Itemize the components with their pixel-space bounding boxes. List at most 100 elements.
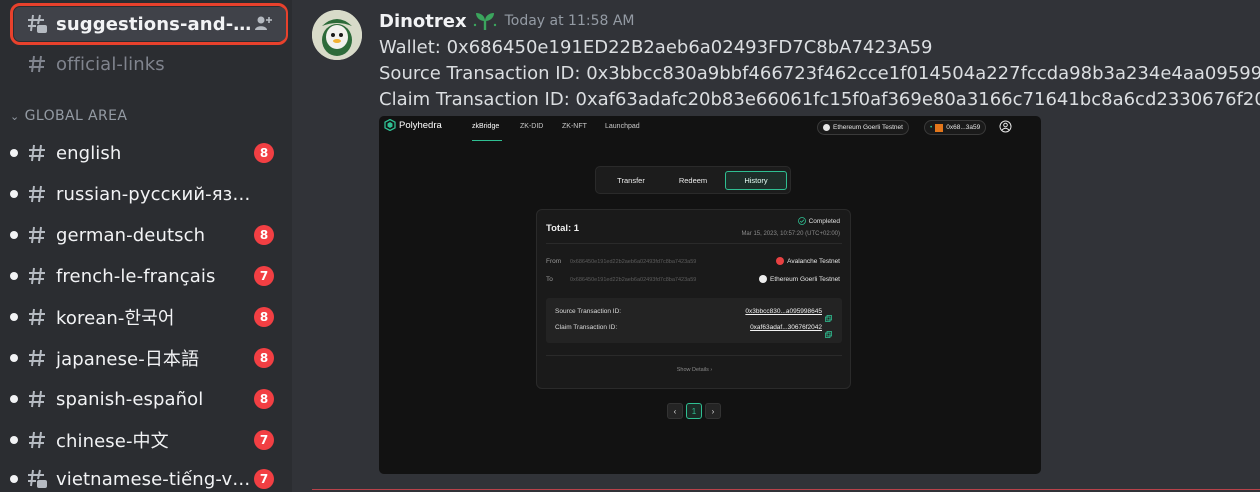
- unread-indicator: [10, 190, 18, 198]
- unread-indicator: [10, 354, 18, 362]
- transaction-box: Source Transaction ID: 0x3bbcc830...a095…: [546, 298, 842, 343]
- channel-vietnamese[interactable]: vietnamese-tiếng-việt 7: [10, 462, 286, 492]
- tab-history: History: [725, 171, 787, 190]
- channel-french[interactable]: french-le-français 7: [10, 259, 286, 293]
- mention-badge: 7: [254, 266, 274, 286]
- from-address: 0x686450e191ed22b2aeb6a02493fd7c8ba7423a…: [570, 259, 697, 265]
- new-messages-divider: [312, 489, 1260, 490]
- check-circle-icon: [797, 217, 806, 225]
- show-details-label: Show Details: [676, 367, 709, 373]
- wallet-address: 0x68...3a59: [946, 124, 981, 131]
- mention-badge: 8: [254, 389, 274, 409]
- category-global-area[interactable]: ⌄ GLOBAL AREA: [10, 108, 127, 124]
- nav-active-underline: [472, 140, 502, 141]
- network-button: Ethereum Goerli Testnet: [817, 120, 909, 135]
- channel-name: korean-한국어: [56, 308, 175, 329]
- mention-badge: 8: [254, 307, 274, 327]
- copy-icon: [825, 309, 832, 322]
- status-completed: Completed: [797, 217, 840, 225]
- tab-redeem: Redeem: [678, 176, 708, 185]
- forum-channel-icon: [24, 11, 50, 37]
- tab-transfer: Transfer: [617, 176, 645, 185]
- hash-icon: [24, 345, 50, 371]
- message-line-source-tx: Source Transaction ID: 0x3bbcc830a9bbf46…: [379, 63, 1260, 84]
- divider: [546, 243, 842, 244]
- mention-badge: 8: [254, 143, 274, 163]
- divider: [546, 355, 842, 356]
- channel-chinese[interactable]: chinese-中文 7: [10, 423, 286, 457]
- unread-indicator: [10, 475, 18, 483]
- hash-icon: [24, 427, 50, 453]
- channel-korean[interactable]: korean-한국어 8: [10, 300, 286, 334]
- channel-name: vietnamese-tiếng-việt: [56, 468, 252, 490]
- mention-badge: 7: [254, 430, 274, 450]
- channel-name: chinese-中文: [56, 431, 169, 452]
- hash-icon: [24, 263, 50, 289]
- image-attachment[interactable]: Polyhedra zkBridge ZK-DID ZK-NFT Launchp…: [379, 116, 1041, 474]
- channel-name: german-deutsch: [56, 224, 206, 246]
- from-chain-label: Avalanche Testnet: [787, 257, 840, 265]
- metamask-icon: [935, 123, 944, 132]
- channel-name: english: [56, 142, 122, 164]
- polyhedra-logo-icon: [384, 118, 396, 132]
- channel-name: spanish-español: [56, 388, 204, 410]
- channel-russian[interactable]: russian-русский-язык: [10, 177, 286, 211]
- user-avatar[interactable]: [312, 10, 362, 60]
- unread-indicator: [10, 313, 18, 321]
- wallet-button: • 0x68...3a59: [924, 120, 987, 135]
- channel-name: french-le-français: [56, 265, 216, 287]
- mention-badge: 8: [254, 225, 274, 245]
- to-chain-label: Ethereum Goerli Testnet: [770, 275, 840, 283]
- copy-icon: [825, 325, 832, 338]
- channel-name: suggestions-and-sup…: [56, 13, 252, 35]
- pager-next: ›: [705, 403, 721, 419]
- message: Dinotrex Today at 11:58 AM Wallet: 0x686…: [379, 8, 1260, 113]
- nav-zkbridge: zkBridge: [472, 123, 500, 130]
- channel-name: russian-русский-язык: [56, 183, 252, 205]
- channel-suggestions[interactable]: suggestions-and-sup…: [14, 7, 286, 41]
- brand-name: Polyhedra: [399, 119, 442, 131]
- channel-spanish[interactable]: spanish-español 8: [10, 382, 286, 416]
- unread-indicator: [10, 272, 18, 280]
- add-member-icon[interactable]: [254, 15, 272, 35]
- ethereum-icon: [759, 275, 768, 283]
- tx-date: Mar 15, 2023, 10:57:20 (UTC+02:00): [741, 231, 840, 237]
- hash-icon: [24, 140, 50, 166]
- nav-zk-nft: ZK-NFT: [562, 123, 587, 130]
- message-timestamp: Today at 11:58 AM: [504, 13, 635, 29]
- total-count: Total: 1: [546, 223, 580, 234]
- bridge-tabs: Transfer Redeem History: [595, 166, 791, 194]
- channel-name: japanese-日本語: [56, 349, 200, 370]
- forum-channel-icon: [24, 466, 50, 492]
- claim-tx-label: Claim Transaction ID:: [555, 324, 618, 331]
- channel-japanese[interactable]: japanese-日本語 8: [10, 341, 286, 375]
- unread-indicator: [10, 149, 18, 157]
- hash-icon: [24, 181, 50, 207]
- channel-german[interactable]: german-deutsch 8: [10, 218, 286, 252]
- chevron-down-icon: ⌄: [10, 109, 20, 123]
- connected-dot-icon: •: [930, 124, 933, 131]
- sprout-role-icon: [473, 10, 497, 32]
- avalanche-icon: [776, 257, 785, 265]
- discord-window: suggestions-and-sup… official-links ⌄ GL…: [0, 0, 1260, 492]
- mention-badge: 7: [254, 469, 274, 489]
- author-name[interactable]: Dinotrex: [379, 11, 467, 32]
- pager-prev: ‹: [667, 403, 683, 419]
- brand: Polyhedra: [384, 118, 442, 132]
- unread-indicator: [10, 231, 18, 239]
- to-address: 0x686450e191ed22b2aeb6a02493fd7c8ba7423a…: [570, 277, 697, 283]
- ethereum-icon: [823, 124, 830, 131]
- channel-sidebar: suggestions-and-sup… official-links ⌄ GL…: [0, 0, 292, 492]
- unread-indicator: [10, 395, 18, 403]
- channel-name: official-links: [56, 53, 165, 75]
- from-label: From: [546, 258, 562, 265]
- source-tx-label: Source Transaction ID:: [555, 308, 622, 315]
- hash-icon: [24, 51, 50, 77]
- status-label: Completed: [808, 217, 840, 225]
- hash-icon: [24, 386, 50, 412]
- pager-current: 1: [686, 403, 702, 419]
- category-label: GLOBAL AREA: [24, 108, 128, 124]
- channel-official-links[interactable]: official-links: [14, 47, 286, 81]
- channel-english[interactable]: english 8: [10, 136, 286, 170]
- from-chain: Avalanche Testnet: [776, 257, 840, 265]
